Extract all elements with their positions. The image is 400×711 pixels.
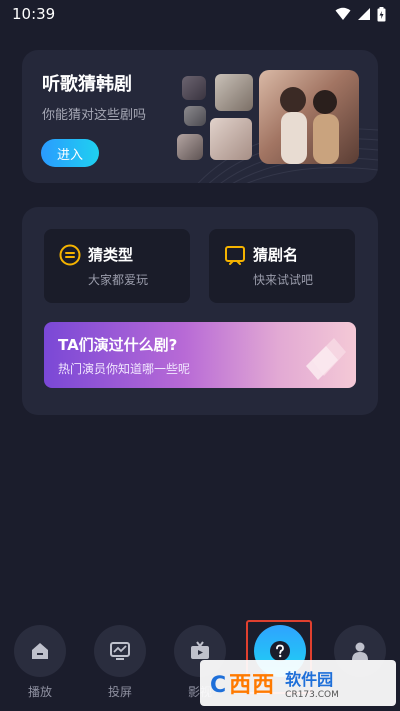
tv-icon	[191, 641, 209, 659]
status-time: 10:39	[12, 5, 56, 23]
home-icon	[32, 643, 48, 659]
user-icon	[352, 642, 368, 660]
drama-thumbnail	[177, 134, 203, 160]
watermark: C西西 软件园 CR173.COM	[200, 660, 396, 706]
tv-screen-icon	[225, 246, 245, 265]
banner-title: 听歌猜韩剧	[42, 74, 132, 95]
genre-icon	[59, 244, 81, 266]
guess-genre-subtitle: 大家都爱玩	[88, 273, 149, 287]
drama-thumbnail	[210, 118, 252, 160]
drama-thumbnail	[182, 76, 206, 100]
banner-subtitle: 你能猜对这些剧吗	[42, 108, 147, 123]
guess-drama-title: 猜剧名	[253, 246, 299, 264]
nav-item-play[interactable]: 播放	[12, 625, 68, 700]
watermark-text: 软件园 CR173.COM	[285, 666, 339, 700]
guess-genre-title: 猜类型	[88, 246, 134, 264]
banner-card[interactable]: 听歌猜韩剧 你能猜对这些剧吗 进入	[22, 50, 378, 183]
drama-poster	[259, 70, 359, 164]
drama-thumbnail	[215, 74, 253, 111]
cast-screen-icon	[110, 642, 130, 660]
guess-genre-tile[interactable]: 猜类型 大家都爱玩	[44, 229, 190, 303]
guess-drama-subtitle: 快来试试吧	[253, 273, 314, 287]
wifi-icon	[335, 7, 351, 20]
watermark-name: 软件园	[285, 670, 334, 689]
watermark-url: CR173.COM	[285, 690, 339, 700]
cards-decoration-icon	[306, 338, 346, 380]
nav-circle	[14, 625, 66, 677]
guess-drama-tile[interactable]: 猜剧名 快来试试吧	[209, 229, 355, 303]
status-bar: 10:39	[0, 0, 400, 28]
nav-item-cast[interactable]: 投屏	[92, 625, 148, 700]
enter-button[interactable]: 进入	[41, 139, 99, 167]
actors-quiz-title: TA们演过什么剧?	[58, 336, 178, 354]
signal-icon	[358, 8, 370, 20]
drama-thumbnail	[184, 106, 206, 126]
nav-circle	[94, 625, 146, 677]
watermark-logo: C西西	[210, 673, 276, 698]
battery-icon	[377, 6, 386, 21]
status-icons	[335, 6, 386, 22]
games-card: 猜类型 大家都爱玩 猜剧名 快来试试吧 TA们演过什么剧? 热门演员你知道哪一些…	[22, 207, 378, 415]
nav-label-play: 播放	[27, 685, 52, 699]
nav-label-cast: 投屏	[107, 685, 132, 699]
actors-quiz-card[interactable]: TA们演过什么剧? 热门演员你知道哪一些呢	[44, 322, 356, 388]
actors-quiz-subtitle: 热门演员你知道哪一些呢	[58, 362, 191, 376]
couple-photo-icon	[280, 87, 339, 164]
